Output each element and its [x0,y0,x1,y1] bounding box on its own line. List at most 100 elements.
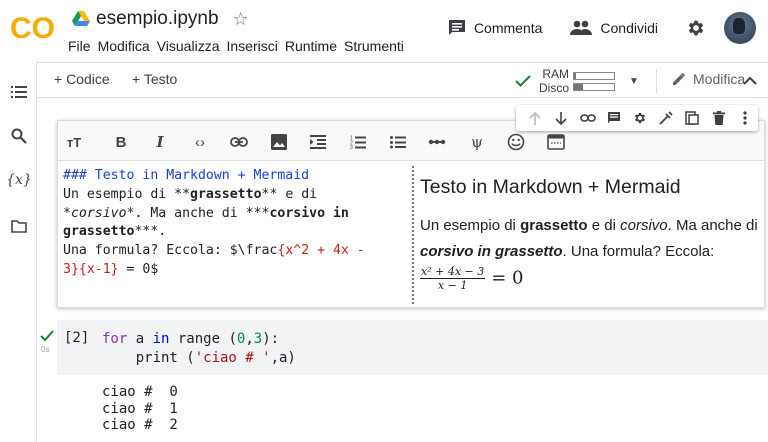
image-icon[interactable] [268,131,290,153]
italic-icon[interactable]: I [149,131,171,153]
menu-tools[interactable]: Strumenti [344,36,410,56]
user-avatar[interactable] [724,12,756,44]
folder-icon[interactable] [9,216,29,236]
preview-text: e di [587,217,621,234]
menu-bar: File Modifica Visualizza Inserisci Runti… [68,36,411,56]
execution-time: 0s [41,345,50,354]
star-icon[interactable]: ☆ [233,9,249,30]
code-cell[interactable]: [2] for a in range (0,3): print ('ciao #… [57,320,768,375]
comment-button[interactable]: Commenta [448,19,542,37]
bold-icon[interactable]: B [110,131,132,153]
editor-bold-italic: grassetto [63,224,135,240]
bulleted-list-icon[interactable] [387,131,409,153]
resources-indicator[interactable]: RAM Disco ▼ [515,67,639,95]
code-keyword: for [102,331,128,347]
preview-bold-italic: corsivo in grassetto [420,243,563,260]
cell-toolbar [516,105,758,131]
preview-italic: corsivo [620,217,668,234]
link-icon[interactable] [228,131,250,153]
edit-tools-icon[interactable] [653,107,679,129]
output-line: ciao # 1 [102,400,178,417]
menu-edit[interactable]: Modifica [98,36,156,56]
emoji-icon[interactable] [505,131,527,153]
colab-logo: CO [10,12,55,44]
latex-psi-icon[interactable]: ψ [466,131,488,153]
search-icon[interactable] [9,126,29,146]
settings-gear-icon[interactable] [686,18,706,38]
editor-italic: corsivo [70,205,127,221]
preview-layout-icon[interactable] [545,131,567,153]
editor-text: = 0$ [118,261,159,277]
editor-text: * [63,205,71,221]
horizontal-rule-icon[interactable] [426,131,448,153]
formula-fraction: x² + 4x − 3 x − 1 [420,265,486,292]
drive-icon[interactable] [72,11,90,27]
preview-heading: Testo in Markdown + Mermaid [420,176,681,198]
share-button[interactable]: Condividi [570,20,658,36]
preview-paragraph: Un esempio di grassetto e di corsivo. Ma… [420,213,760,292]
variables-icon[interactable]: {x} [6,170,32,190]
move-down-icon[interactable] [548,107,574,129]
comment-icon[interactable] [601,107,627,129]
code-editor[interactable]: for a in range (0,3): print ('ciao # ',a… [102,330,296,367]
editor-bold: grassetto [190,186,262,202]
menu-runtime[interactable]: Runtime [285,36,343,56]
editor-bold-italic: corsivo in [269,205,349,221]
link-icon[interactable] [574,107,600,129]
comment-label: Commenta [473,20,543,36]
code-text: a [127,331,153,347]
code-keyword: in [152,331,170,347]
pencil-icon [673,73,685,85]
disk-bar-fill [574,83,583,90]
formula-rhs: = 0 [491,267,524,289]
share-label: Condividi [600,20,658,36]
code-string: 'ciao # ' [194,349,271,366]
collapse-header-button[interactable] [740,71,760,91]
gear-icon[interactable] [627,107,653,129]
code-text: , [245,331,254,347]
add-text-button[interactable]: + Testo [132,71,177,87]
menu-view[interactable]: Visualizza [157,36,226,56]
markdown-preview: Testo in Markdown + Mermaid Un esempio d… [420,162,760,307]
notebook-title[interactable]: esempio.ipynb [96,8,219,30]
editor-text: Un esempio di ** [63,186,191,202]
menu-insert[interactable]: Inserisci [226,36,283,56]
chevron-down-icon[interactable]: ▼ [629,76,639,87]
code-text: print ( [102,349,195,366]
chevron-up-icon [743,76,757,85]
editor-preview-divider[interactable] [412,166,414,304]
delete-icon[interactable] [706,107,732,129]
numbered-list-icon[interactable]: 123 [347,131,369,153]
code-icon[interactable]: ‹› [189,131,211,153]
markdown-editor[interactable]: ### Testo in Markdown + Mermaid Un esemp… [58,162,412,307]
ram-bar [573,71,616,80]
move-up-icon[interactable] [522,107,548,129]
text-cell[interactable]: тT B I ‹› 123 ψ ### Testo in Markdown + … [57,120,765,308]
disk-bar [573,82,616,91]
ram-bar-fill [574,72,577,79]
formula-denominator: x − 1 [437,279,468,292]
add-code-button[interactable]: + Codice [54,71,110,87]
execution-count[interactable]: [2] [64,330,89,346]
indent-icon[interactable] [307,131,329,153]
preview-bold: grassetto [520,217,588,234]
more-vert-icon[interactable] [732,107,758,129]
cell-output: ciao # 0 ciao # 1 ciao # 2 [102,384,178,434]
preview-text: Un esempio di [420,217,521,234]
disk-label: Disco [539,81,570,95]
edit-mode-button[interactable]: Modifica [671,71,745,87]
svg-text:3: 3 [350,145,353,149]
run-success-check-icon [40,330,54,342]
notebook-toolbar: + Codice + Testo RAM Disco ▼ Modifica [37,62,768,98]
editor-text: ***. [134,224,167,240]
edit-mode-label: Modifica [693,71,746,87]
comment-icon [448,20,465,35]
menu-file[interactable]: File [68,36,97,56]
output-line: ciao # 2 [102,417,178,434]
left-rail: {x} [0,62,37,442]
mirror-cell-icon[interactable] [679,107,705,129]
editor-text: ** e di [261,186,318,202]
heading-icon[interactable]: тT [63,131,85,153]
code-text: range ( [169,331,237,347]
table-of-contents-icon[interactable] [9,82,29,102]
